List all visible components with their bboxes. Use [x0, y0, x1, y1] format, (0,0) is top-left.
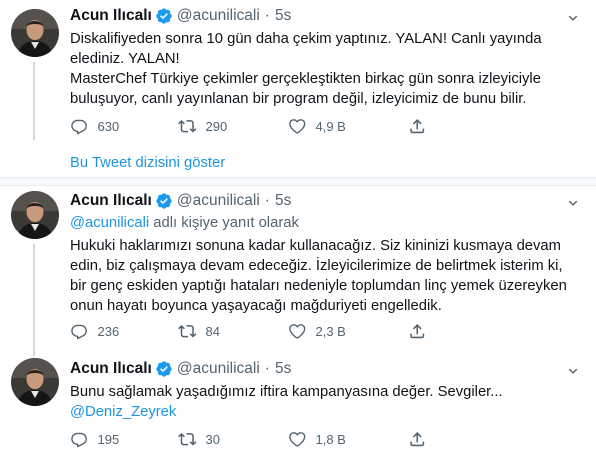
user-name[interactable]: Acun Ilıcalı: [70, 192, 152, 210]
avatar[interactable]: [11, 191, 59, 239]
user-name[interactable]: Acun Ilıcalı: [70, 7, 152, 25]
tweet-line: Diskalifiyeden sonra 10 gün daha çekim y…: [70, 31, 542, 47]
retweet-icon: [178, 117, 197, 136]
avatar[interactable]: [11, 358, 59, 406]
user-handle[interactable]: @acunilicali: [177, 192, 260, 210]
replying-to: @acunilicali adlı kişiye yanıt olarak: [70, 213, 580, 233]
tweet-3[interactable]: Acun Ilıcalı @acunilicali · 5s Bunu sağl…: [0, 356, 596, 458]
tweet-header: Acun Ilıcalı @acunilicali · 5s: [70, 6, 291, 26]
timestamp[interactable]: 5s: [275, 7, 291, 25]
heart-icon: [288, 430, 307, 449]
retweet-count: 30: [205, 431, 220, 447]
tweet-actions: 195 30 1,8 B: [70, 429, 550, 449]
chevron-down-icon[interactable]: [564, 9, 582, 27]
tweet-text: Bunu sağlamak yaşadığımız iftira kampany…: [70, 382, 580, 422]
replying-text: adlı kişiye yanıt olarak: [149, 215, 299, 231]
tweet-line: elediniz. YALAN!: [70, 51, 180, 67]
tweet-line: edin, biz çalışmaya devam edeceğiz. İzle…: [70, 258, 563, 274]
verified-badge-icon: [155, 192, 173, 210]
retweet-count: 290: [205, 118, 228, 134]
retweet-icon: [178, 430, 197, 449]
verified-badge-icon: [155, 360, 173, 378]
reply-count: 195: [97, 431, 120, 447]
heart-icon: [288, 117, 307, 136]
show-thread-link[interactable]: Bu Tweet dizisini göster: [70, 155, 225, 171]
retweet-button[interactable]: 30: [178, 430, 220, 449]
heart-icon: [288, 322, 307, 341]
tweet-text: Hukuki haklarımızı sonuna kadar kullanac…: [70, 236, 580, 316]
reply-icon: [70, 322, 89, 341]
share-icon: [408, 117, 427, 136]
tweet-actions: 236 84 2,3 B: [70, 321, 550, 341]
reply-count: 630: [97, 118, 120, 134]
section-gap: [0, 178, 596, 185]
user-handle[interactable]: @acunilicali: [177, 360, 260, 378]
tweet-1[interactable]: Acun Ilıcalı @acunilicali · 5s Diskalifi…: [0, 0, 596, 150]
thread-line: [33, 62, 35, 140]
share-button[interactable]: [408, 322, 427, 341]
tweet-actions: 630 290 4,9 B: [70, 116, 550, 136]
share-icon: [408, 430, 427, 449]
user-name[interactable]: Acun Ilıcalı: [70, 360, 152, 378]
like-count: 4,9 B: [315, 118, 346, 134]
tweet-line: MasterChef Türkiye çekimler gerçekleştik…: [70, 71, 541, 87]
reply-count: 236: [97, 323, 120, 339]
reply-icon: [70, 117, 89, 136]
separator-dot: ·: [264, 7, 270, 24]
tweet-header: Acun Ilıcalı @acunilicali · 5s: [70, 191, 291, 211]
retweet-button[interactable]: 290: [178, 117, 227, 136]
chevron-down-icon[interactable]: [564, 362, 582, 380]
tweet-line: onun hayatı boyunca yaşayacağı mağduriye…: [70, 298, 442, 314]
user-handle[interactable]: @acunilicali: [177, 7, 260, 25]
separator-dot: ·: [264, 360, 270, 377]
reply-icon: [70, 430, 89, 449]
separator-dot: ·: [264, 192, 270, 209]
avatar[interactable]: [11, 9, 59, 57]
timestamp[interactable]: 5s: [275, 192, 291, 210]
tweet-text: Diskalifiyeden sonra 10 gün daha çekim y…: [70, 29, 580, 109]
tweet-line: Hukuki haklarımızı sonuna kadar kullanac…: [70, 238, 561, 254]
retweet-count: 84: [205, 323, 220, 339]
tweet-header: Acun Ilıcalı @acunilicali · 5s: [70, 359, 291, 379]
tweet-line: bir genç eskiden yaptığı hataları nedeni…: [70, 278, 567, 294]
reply-button[interactable]: 236: [70, 322, 119, 341]
like-count: 2,3 B: [315, 323, 346, 339]
share-button[interactable]: [408, 117, 427, 136]
share-icon: [408, 322, 427, 341]
like-count: 1,8 B: [315, 431, 346, 447]
share-button[interactable]: [408, 430, 427, 449]
tweet-line: buluşuyor, canlı yayınlanan bir program …: [70, 91, 527, 107]
thread-line: [33, 244, 35, 356]
reply-button[interactable]: 630: [70, 117, 119, 136]
reply-button[interactable]: 195: [70, 430, 119, 449]
replying-mention-link[interactable]: @acunilicali: [70, 215, 149, 231]
retweet-button[interactable]: 84: [178, 322, 220, 341]
retweet-icon: [178, 322, 197, 341]
like-button[interactable]: 4,9 B: [288, 117, 346, 136]
timestamp[interactable]: 5s: [275, 360, 291, 378]
mention-link[interactable]: @Deniz_Zeyrek: [70, 404, 176, 420]
tweet-line: Bunu sağlamak yaşadığımız iftira kampany…: [70, 384, 503, 400]
verified-badge-icon: [155, 7, 173, 25]
chevron-down-icon[interactable]: [564, 194, 582, 212]
tweet-2[interactable]: Acun Ilıcalı @acunilicali · 5s @acunilic…: [0, 186, 596, 356]
like-button[interactable]: 1,8 B: [288, 430, 346, 449]
like-button[interactable]: 2,3 B: [288, 322, 346, 341]
